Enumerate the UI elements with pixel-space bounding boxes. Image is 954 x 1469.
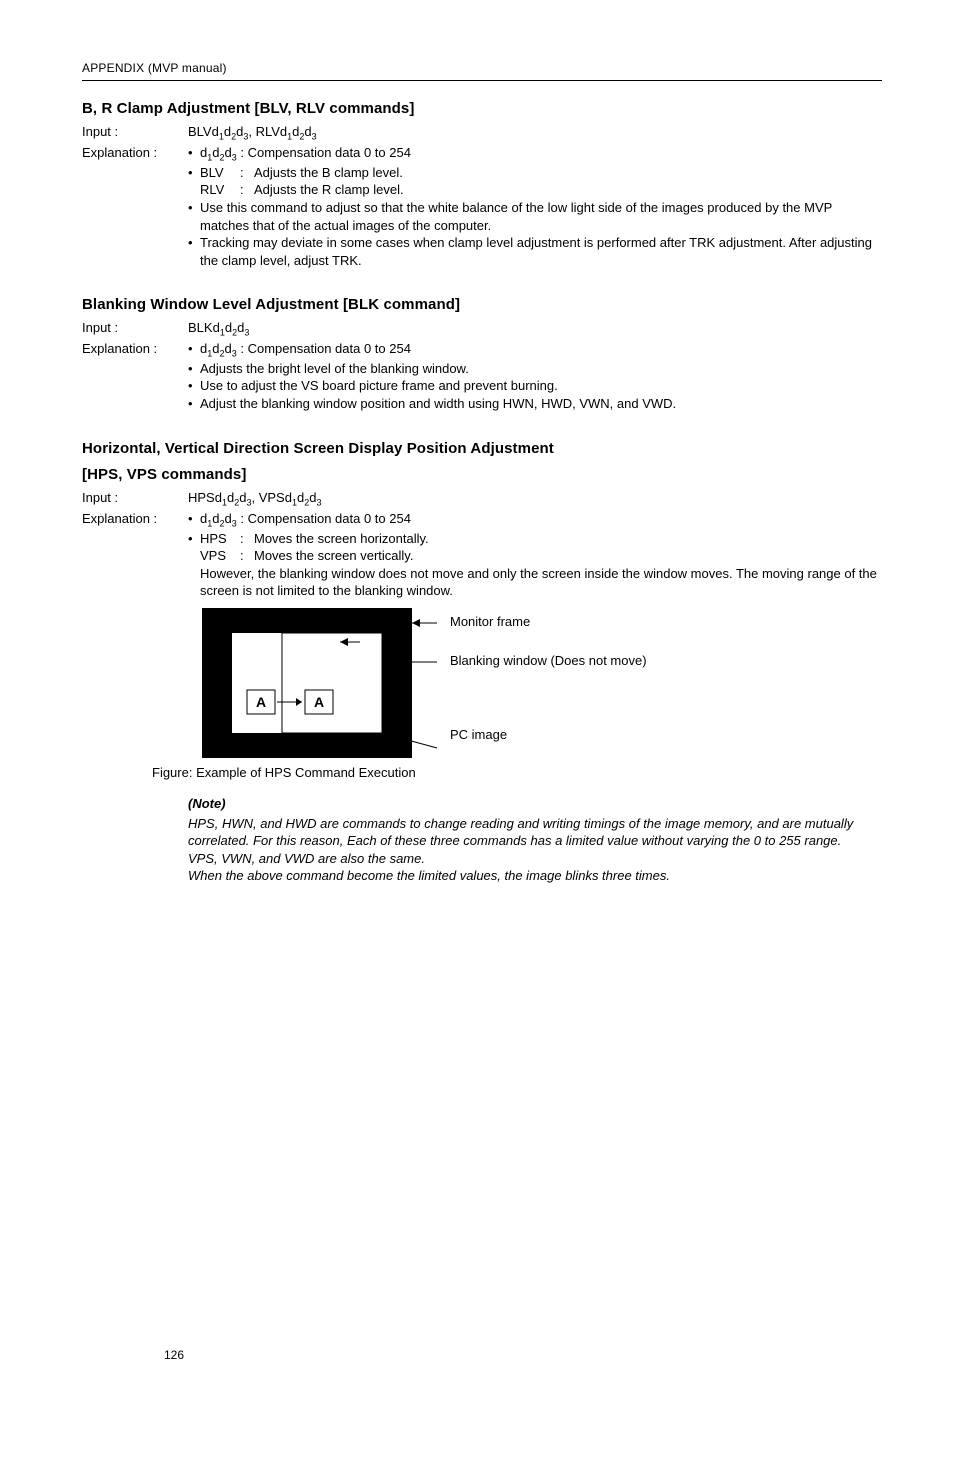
figure-label-pc: PC image — [450, 727, 647, 743]
subdef-val: Adjusts the R clamp level. — [254, 181, 882, 199]
note-heading: (Note) — [188, 795, 882, 813]
box-a-label: A — [314, 694, 324, 710]
subdef-val: Adjusts the B clamp level. — [254, 164, 882, 182]
subdef-key: RLV — [200, 181, 240, 199]
section-title-line1: Horizontal, Vertical Direction Screen Di… — [82, 439, 882, 459]
note-body: HPS, HWN, and HWD are commands to change… — [188, 815, 882, 885]
bullet-text: Compensation data 0 to 254 — [248, 145, 411, 160]
bullet-item: VPS:Moves the screen vertically. — [188, 547, 882, 565]
input-value: HPSd1d2d3, VPSd1d2d3 — [188, 489, 882, 509]
bullet-item: • HPS:Moves the screen horizontally. — [188, 530, 882, 548]
bullet-item: • Tracking may deviate in some cases whe… — [188, 234, 882, 269]
bullet-item: •Adjust the blanking window position and… — [188, 395, 882, 413]
figure-label-window: Blanking window (Does not move) — [450, 653, 647, 669]
section-title: Blanking Window Level Adjustment [BLK co… — [82, 295, 882, 315]
diagram-svg: A A — [202, 608, 442, 758]
bullet-item: • d1d2d3 : Compensation data 0 to 254 — [188, 510, 882, 530]
figure-label-monitor: Monitor frame — [450, 614, 647, 630]
explanation-label: Explanation : — [82, 340, 188, 358]
bullet-item: •Adjusts the bright level of the blankin… — [188, 360, 882, 378]
subdef-key: BLV — [200, 164, 240, 182]
figure-caption: Figure: Example of HPS Command Execution — [152, 764, 882, 782]
explanation-label: Explanation : — [82, 144, 188, 162]
input-value: BLVd1d2d3, RLVd1d2d3 — [188, 123, 882, 143]
box-a-label: A — [256, 694, 266, 710]
input-value: BLKd1d2d3 — [188, 319, 882, 339]
input-label: Input : — [82, 319, 188, 337]
bullet-item: RLV:Adjusts the R clamp level. — [188, 181, 882, 199]
bullet-item: • d1d2d3 : Compensation data 0 to 254 — [188, 340, 882, 360]
explanation-label: Explanation : — [82, 510, 188, 528]
section-title: B, R Clamp Adjustment [BLV, RLV commands… — [82, 99, 882, 119]
bullet-item: • Use this command to adjust so that the… — [188, 199, 882, 234]
bullet-item: • d1d2d3 : Compensation data 0 to 254 — [188, 144, 882, 164]
input-label: Input : — [82, 489, 188, 507]
bullet-item: •Use to adjust the VS board picture fram… — [188, 377, 882, 395]
section-title-line2: [HPS, VPS commands] — [82, 465, 882, 485]
page-number: 126 — [164, 1347, 184, 1363]
header-text: APPENDIX (MVP manual) — [82, 60, 882, 76]
header-rule — [82, 80, 882, 81]
section-blv-rlv: B, R Clamp Adjustment [BLV, RLV commands… — [82, 99, 882, 269]
section-blk: Blanking Window Level Adjustment [BLK co… — [82, 295, 882, 412]
section-hps-vps: Horizontal, Vertical Direction Screen Di… — [82, 439, 882, 885]
input-label: Input : — [82, 123, 188, 141]
figure-hps: A A Monitor frame Blanking window (Does … — [202, 608, 882, 758]
bullet-item: However, the blanking window does not mo… — [188, 565, 882, 600]
note-block: (Note) HPS, HWN, and HWD are commands to… — [188, 795, 882, 885]
bullet-item: • BLV:Adjusts the B clamp level. — [188, 164, 882, 182]
